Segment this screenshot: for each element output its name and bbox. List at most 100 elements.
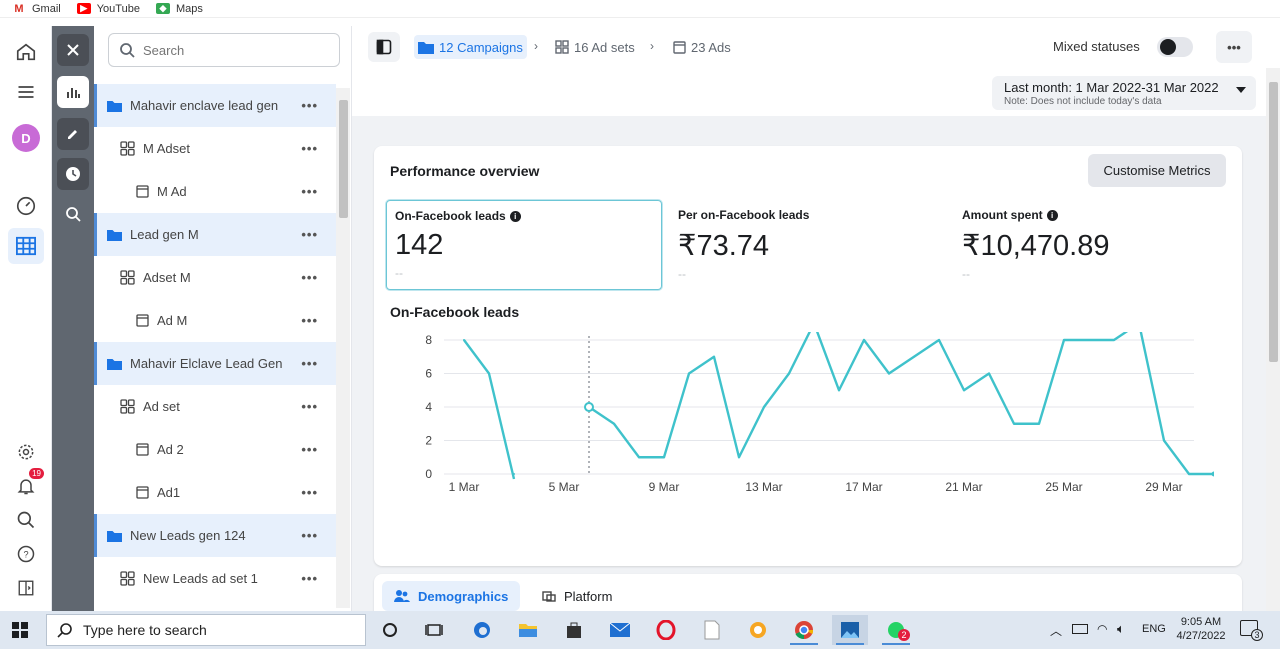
metric-leads[interactable]: On-Facebook leads i 142 -- <box>386 200 662 290</box>
clock-icon[interactable] <box>57 158 89 190</box>
tree-row-campaign[interactable]: Lead gen M ••• <box>94 213 336 256</box>
panel-toggle-button[interactable] <box>368 32 400 62</box>
bookmark-maps[interactable]: ◆ Maps <box>155 2 203 15</box>
tree-row-adset[interactable]: New Leads ad set 1 ••• <box>94 557 336 600</box>
row-more-button[interactable]: ••• <box>301 399 318 414</box>
metric-amount-spent[interactable]: Amount spent i ₹10,470.89 -- <box>954 200 1230 290</box>
tab-campaigns[interactable]: 12 Campaigns <box>414 35 527 59</box>
whatsapp-icon[interactable]: 2 <box>878 615 914 645</box>
data-point <box>663 456 665 459</box>
tab-label: Demographics <box>418 588 509 604</box>
bookmark-label: Maps <box>175 2 203 15</box>
tab-ads[interactable]: 23 Ads <box>669 35 735 59</box>
menu-icon[interactable] <box>12 78 40 106</box>
store-icon[interactable] <box>556 615 592 645</box>
ad-icon <box>136 314 149 327</box>
tree-row-ad[interactable]: Ad 2 ••• <box>94 428 336 471</box>
grid-icon <box>120 571 135 586</box>
tree-scrollbar-thumb[interactable] <box>339 100 348 218</box>
row-more-button[interactable]: ••• <box>301 184 318 199</box>
metric-cost-per-lead[interactable]: Per on-Facebook leads ₹73.74 -- <box>670 200 946 290</box>
row-more-button[interactable]: ••• <box>301 227 318 242</box>
folder-icon <box>107 100 122 112</box>
x-tick-label: 25 Mar <box>1045 480 1082 494</box>
search-icon[interactable] <box>12 506 40 534</box>
task-view-icon[interactable] <box>416 615 452 645</box>
more-options-button[interactable]: ••• <box>1216 31 1252 63</box>
tab-adsets-label: 16 Ad sets <box>574 39 635 55</box>
cortana-icon[interactable] <box>372 615 408 645</box>
speedometer-icon[interactable] <box>12 192 40 220</box>
windows-start-icon[interactable] <box>12 622 28 641</box>
tree-row-adset[interactable]: Ad set ••• <box>94 385 336 428</box>
close-icon[interactable] <box>57 34 89 66</box>
panel-collapse-icon[interactable] <box>12 574 40 602</box>
row-more-button[interactable]: ••• <box>301 313 318 328</box>
search-input[interactable] <box>143 42 323 58</box>
campaign-tree-panel: Mahavir enclave lead gen•••M Adset•••M A… <box>94 26 352 611</box>
tree-row-campaign[interactable]: Mahavir Elclave Lead Gen ••• <box>94 342 336 385</box>
language-indicator[interactable]: ENG <box>1142 623 1166 635</box>
edge-icon[interactable] <box>464 615 500 645</box>
pencil-icon[interactable] <box>57 118 89 150</box>
row-more-button[interactable]: ••• <box>301 528 318 543</box>
photos-icon[interactable] <box>832 615 868 645</box>
row-more-button[interactable]: ••• <box>301 270 318 285</box>
tree-row-label: M Adset <box>143 141 190 156</box>
bookmark-gmail[interactable]: M Gmail <box>12 3 60 15</box>
ads-manager-table-icon[interactable] <box>8 228 44 264</box>
main-scrollbar-thumb[interactable] <box>1269 82 1278 362</box>
chrome-icon[interactable] <box>786 615 822 645</box>
tab-demographics[interactable]: Demographics <box>382 581 521 611</box>
bookmark-youtube[interactable]: ▶ YouTube <box>76 3 140 15</box>
tree-row-campaign[interactable]: New Leads gen 124 ••• <box>94 514 336 557</box>
info-icon[interactable]: i <box>1046 209 1058 221</box>
avatar[interactable]: D <box>12 124 40 152</box>
grid-icon <box>120 141 135 156</box>
date-range-picker[interactable]: Last month: 1 Mar 2022-31 Mar 2022 Note:… <box>992 76 1256 110</box>
tree-row-campaign[interactable]: Mahavir enclave lead gen ••• <box>94 84 336 127</box>
row-more-button[interactable]: ••• <box>301 442 318 457</box>
info-icon[interactable]: i <box>509 210 521 222</box>
tab-adsets[interactable]: 16 Ad sets <box>551 35 639 59</box>
document-icon[interactable] <box>694 615 730 645</box>
leads-line-chart[interactable]: 0 2 4 6 8 1 Mar 5 Mar 9 Mar 13 Mar 17 Mar 21 Mar 25… <box>404 332 1214 522</box>
folder-icon <box>107 229 122 241</box>
row-more-button[interactable]: ••• <box>301 98 318 113</box>
tree-row-adset[interactable]: M Adset ••• <box>94 127 336 170</box>
customise-metrics-button[interactable]: Customise Metrics <box>1088 154 1226 187</box>
taskbar-search[interactable]: Type here to search <box>46 614 366 646</box>
tree-row-ad[interactable]: Ad1 ••• <box>94 471 336 514</box>
clock[interactable]: 9:05 AM 4/27/2022 <box>1170 615 1232 643</box>
brave-icon[interactable] <box>740 615 776 645</box>
help-icon[interactable]: ? <box>12 540 40 568</box>
zoom-inspect-icon[interactable] <box>57 198 89 230</box>
tree-row-ad[interactable]: M Ad ••• <box>94 170 336 213</box>
wifi-icon[interactable]: ◠ <box>1097 622 1107 636</box>
speaker-icon[interactable]: 🔈︎ <box>1117 621 1125 637</box>
battery-icon[interactable] <box>1072 624 1088 634</box>
bar-chart-icon[interactable] <box>57 76 89 108</box>
tree-row-adset[interactable]: Adset M ••• <box>94 256 336 299</box>
gear-icon[interactable] <box>12 438 40 466</box>
bell-icon[interactable]: 19 <box>12 468 44 500</box>
row-more-button[interactable]: ••• <box>301 141 318 156</box>
home-icon[interactable] <box>12 38 40 66</box>
status-toggle[interactable] <box>1157 37 1193 57</box>
tab-platform[interactable]: Platform <box>530 581 624 611</box>
tree-search[interactable] <box>108 33 340 67</box>
notifications-icon[interactable]: 3 <box>1240 620 1263 641</box>
data-point <box>463 339 465 341</box>
tree-row-label: Ad M <box>157 313 188 328</box>
tree-row-ad[interactable]: Ad M ••• <box>94 299 336 342</box>
row-more-button[interactable]: ••• <box>301 485 318 500</box>
x-tick-label: 1 Mar <box>449 480 480 494</box>
chevron-right-icon: › <box>650 39 654 53</box>
row-more-button[interactable]: ••• <box>301 571 318 586</box>
row-more-button[interactable]: ••• <box>301 356 318 371</box>
file-explorer-icon[interactable] <box>510 615 546 645</box>
notification-badge: 19 <box>29 468 44 479</box>
tray-chevron-up-icon[interactable]: ︿ <box>1050 622 1062 639</box>
opera-icon[interactable] <box>648 615 684 645</box>
mail-icon[interactable] <box>602 615 638 645</box>
